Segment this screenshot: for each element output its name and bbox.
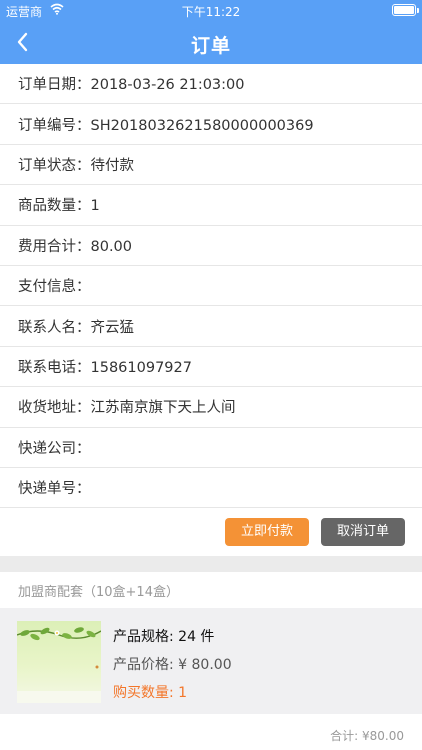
shipping-address-row: 收货地址：江苏南京旗下天上人间 — [0, 387, 422, 428]
kit-title: 加盟商配套（10盒+14盒） — [18, 585, 179, 600]
cancel-order-button[interactable]: 取消订单 — [321, 518, 405, 546]
order-info-list: 订单日期：2018-03-26 21:03:00 订单编号：SH20180326… — [0, 64, 422, 509]
product-card[interactable]: 产品规格: 24 件 产品价格: ¥ 80.00 购买数量: 1 — [0, 608, 422, 714]
order-date: 订单日期：2018-03-26 21:03:00 — [18, 77, 245, 94]
order-total: 合计: ¥80.00 — [330, 729, 404, 743]
order-number: 订单编号：SH2018032621580000000369 — [18, 117, 314, 134]
contact-phone-row: 联系电话：15861097927 — [0, 347, 422, 388]
product-price: 产品价格: ¥ 80.00 — [113, 657, 232, 673]
order-date-row: 订单日期：2018-03-26 21:03:00 — [0, 64, 422, 105]
item-count-row: 商品数量：1 — [0, 185, 422, 226]
tracking-number: 快递单号： — [18, 481, 91, 498]
product-image — [17, 621, 101, 703]
payment-info-row: 支付信息： — [0, 266, 422, 307]
contact-phone: 联系电话：15861097927 — [18, 359, 192, 376]
total-cost: 费用合计：80.00 — [18, 238, 133, 255]
battery-icon — [392, 4, 419, 16]
order-status-row: 订单状态：待付款 — [0, 145, 422, 186]
tracking-number-row: 快递单号： — [0, 468, 422, 509]
shipping-address: 收货地址：江苏南京旗下天上人间 — [18, 400, 236, 417]
total-row: 合计: ¥80.00 — [0, 714, 422, 750]
purchase-quantity: 购买数量: 1 — [113, 685, 188, 701]
courier-company-row: 快递公司： — [0, 428, 422, 468]
order-number-row: 订单编号：SH2018032621580000000369 — [0, 104, 422, 145]
item-count: 商品数量：1 — [18, 198, 100, 215]
product-spec: 产品规格: 24 件 — [113, 629, 215, 645]
section-divider — [0, 556, 422, 572]
order-status: 订单状态：待付款 — [18, 157, 134, 174]
payment-info: 支付信息： — [18, 279, 91, 296]
total-cost-row: 费用合计：80.00 — [0, 226, 422, 266]
contact-name-row: 联系人名：齐云猛 — [0, 306, 422, 347]
order-actions: 立即付款 取消订单 — [0, 508, 422, 556]
pay-now-button[interactable]: 立即付款 — [225, 518, 309, 546]
status-bar: 运营商 下午11:22 — [0, 0, 422, 20]
contact-name: 联系人名：齐云猛 — [18, 319, 134, 336]
page-title: 订单 — [190, 35, 231, 57]
navigation-bar: 订单 — [0, 20, 422, 64]
clock: 下午11:22 — [181, 5, 241, 19]
courier-company: 快递公司： — [18, 440, 91, 457]
